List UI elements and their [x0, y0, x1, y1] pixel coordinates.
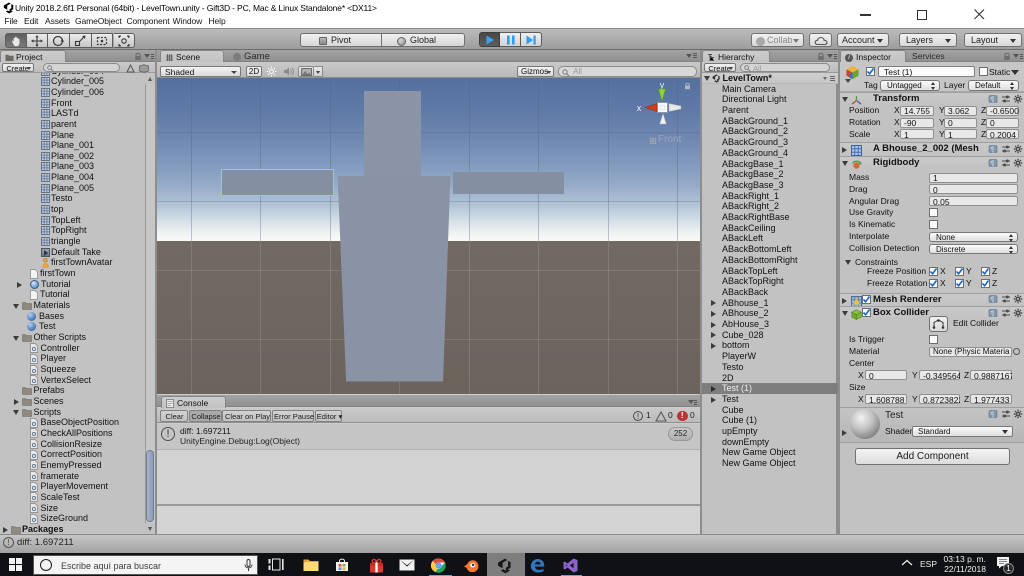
svg-text:y: y — [660, 80, 665, 90]
svg-text:x: x — [637, 103, 642, 113]
